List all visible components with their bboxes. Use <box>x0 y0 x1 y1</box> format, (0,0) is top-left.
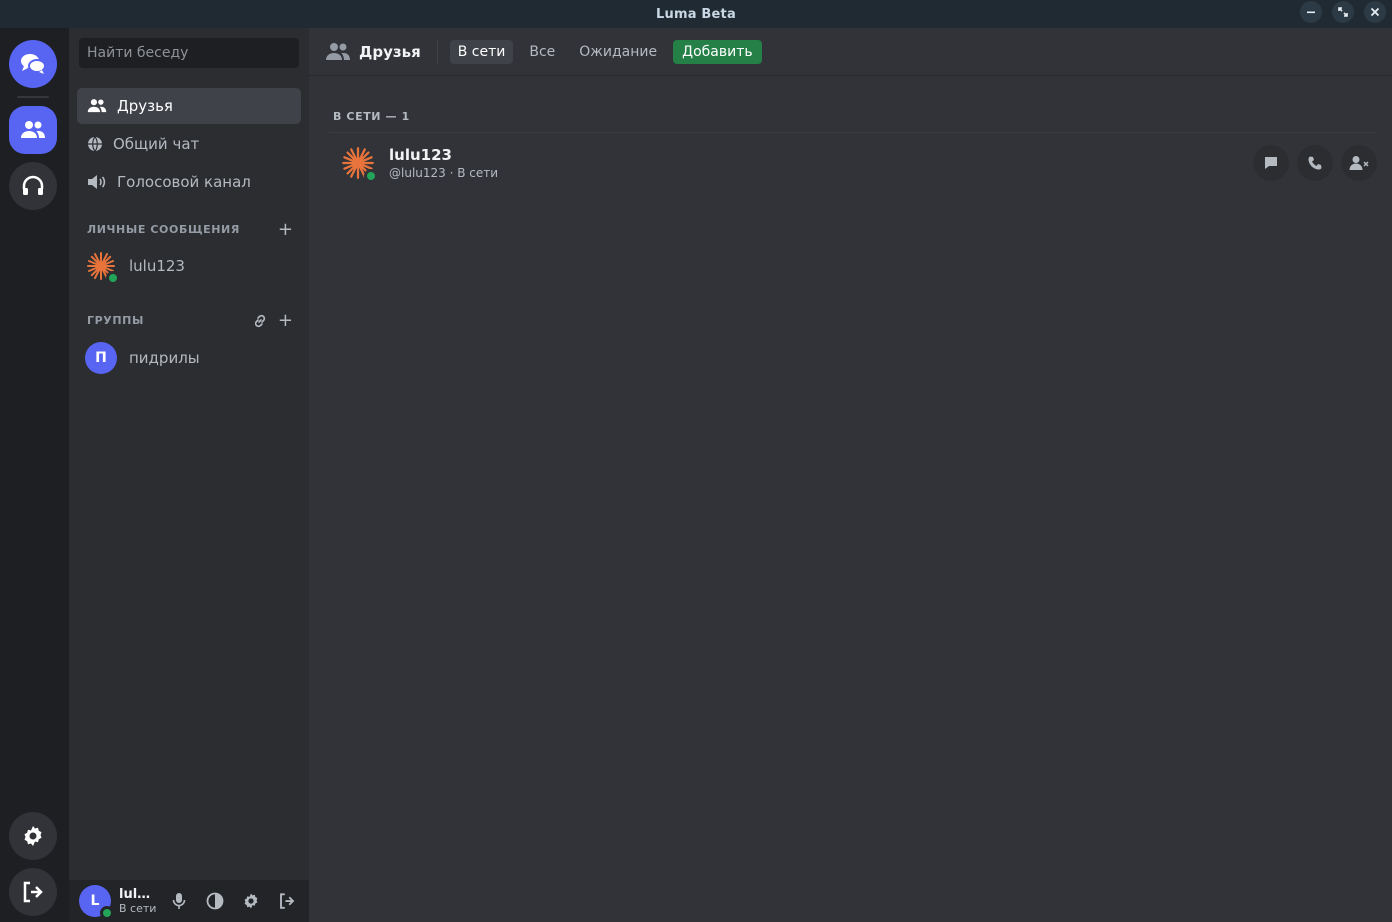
users-icon <box>21 121 45 138</box>
gear-icon[interactable] <box>241 891 261 911</box>
nav-item-general-chat[interactable]: Общий чат <box>77 126 301 162</box>
dm-section-label: ЛИЧНЫЕ СООБЩЕНИЯ <box>87 223 240 236</box>
sidebar: Найти беседу Друзья Общий чат Голосовой … <box>69 28 309 922</box>
friend-actions <box>1253 145 1377 181</box>
friend-row[interactable]: lulu123 @lulu123 · В сети <box>329 138 1377 188</box>
groups-section-label: ГРУППЫ <box>87 314 144 327</box>
tab-online[interactable]: В сети <box>449 39 514 64</box>
group-name: пидрилы <box>129 349 200 367</box>
nav-item-friends[interactable]: Друзья <box>77 88 301 124</box>
add-group-button[interactable]: + <box>278 310 293 331</box>
online-status-dot <box>106 271 120 285</box>
message-icon <box>1265 157 1277 169</box>
friend-subtitle: @lulu123 · В сети <box>389 166 499 180</box>
friends-tabs: В сети Все Ожидание Добавить <box>449 39 762 64</box>
friend-info: lulu123 @lulu123 · В сети <box>389 146 498 180</box>
user-meta: lulu... В сети <box>119 887 159 915</box>
headphones-icon <box>22 175 44 195</box>
maximize-icon[interactable] <box>1332 1 1354 23</box>
server-rail <box>0 28 69 922</box>
rail-separator <box>17 96 49 98</box>
logout-icon <box>23 881 43 903</box>
add-friend-button[interactable]: Добавить <box>673 39 762 64</box>
friend-avatar <box>341 146 378 183</box>
speaker-icon <box>88 175 106 189</box>
user-panel: L lulu... В сети <box>69 880 309 922</box>
avatar <box>85 250 120 285</box>
group-avatar: П <box>85 342 117 374</box>
home-button[interactable] <box>9 40 57 88</box>
username: lulu... <box>119 887 159 902</box>
window-title: Luma Beta <box>656 6 736 22</box>
remove-user-icon <box>1349 156 1369 170</box>
voice-rail-button[interactable] <box>9 162 57 210</box>
remove-friend-button[interactable] <box>1341 145 1377 181</box>
minimize-icon[interactable] <box>1300 1 1322 23</box>
users-icon <box>87 99 107 113</box>
microphone-icon[interactable] <box>169 891 189 911</box>
users-icon <box>326 42 350 60</box>
gear-icon <box>24 826 42 846</box>
online-count-label: В СЕТИ — 1 <box>333 110 410 123</box>
group-item-pidrily[interactable]: П пидрилы <box>77 336 301 380</box>
user-status: В сети <box>119 902 157 915</box>
main-content: Друзья В сети Все Ожидание Добавить В СЕ… <box>309 28 1392 922</box>
theme-toggle-icon[interactable] <box>205 891 225 911</box>
tab-pending[interactable]: Ожидание <box>571 40 665 64</box>
user-avatar[interactable]: L <box>79 885 114 920</box>
search-input[interactable]: Найти беседу <box>79 38 299 68</box>
window-controls <box>1300 1 1386 23</box>
chat-bubbles-icon <box>21 54 46 74</box>
online-status-dot <box>100 906 114 920</box>
user-initial: L <box>90 893 100 909</box>
globe-icon <box>88 136 102 152</box>
friends-rail-button[interactable] <box>9 106 57 154</box>
close-icon[interactable] <box>1364 1 1386 23</box>
nav-label: Голосовой канал <box>117 173 251 191</box>
logout-icon[interactable] <box>277 891 297 911</box>
list-divider <box>329 132 1377 133</box>
link-icon[interactable] <box>252 313 268 329</box>
tab-all[interactable]: Все <box>521 40 563 64</box>
nav-label: Общий чат <box>113 135 200 153</box>
logout-rail-button[interactable] <box>9 868 57 916</box>
dm-item-lulu123[interactable]: lulu123 <box>77 244 301 288</box>
call-button[interactable] <box>1297 145 1333 181</box>
friend-name: lulu123 <box>389 146 452 164</box>
message-button[interactable] <box>1253 145 1289 181</box>
nav-item-voice-channel[interactable]: Голосовой канал <box>77 164 301 200</box>
online-status-dot <box>364 169 378 183</box>
page-title-text: Друзья <box>359 42 421 61</box>
dm-section-actions: + <box>278 219 293 240</box>
add-dm-button[interactable]: + <box>278 219 293 240</box>
nav-label: Друзья <box>117 97 173 115</box>
phone-icon <box>1308 156 1322 170</box>
search-placeholder: Найти беседу <box>87 45 189 61</box>
groups-section-actions: + <box>252 310 293 331</box>
group-initial: П <box>95 350 107 366</box>
page-title: Друзья <box>325 39 438 64</box>
dm-name: lulu123 <box>129 257 185 275</box>
friends-header: Друзья В сети Все Ожидание Добавить <box>309 28 1392 76</box>
user-panel-controls <box>169 891 297 911</box>
settings-rail-button[interactable] <box>9 812 57 860</box>
title-bar: Luma Beta <box>0 0 1392 28</box>
